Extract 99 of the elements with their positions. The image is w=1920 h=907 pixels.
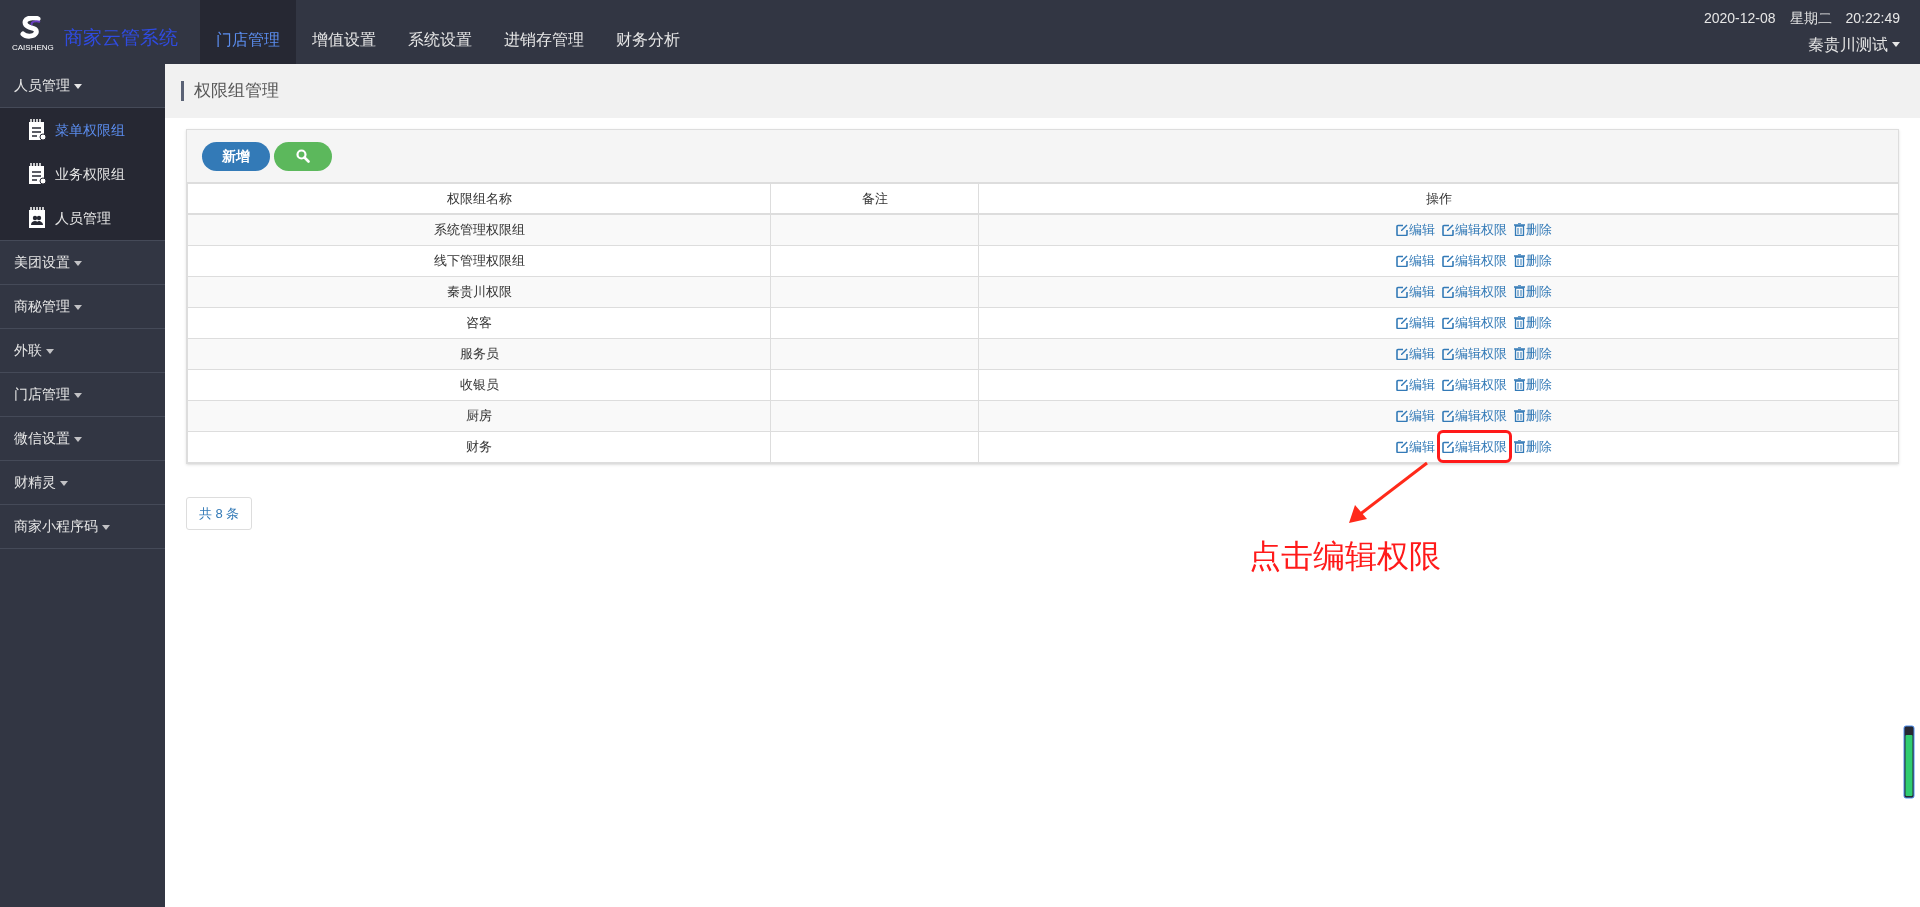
trash-icon [1513, 347, 1525, 360]
sidebar-group[interactable]: 门店管理 [0, 373, 165, 416]
annotation-text: 点击编辑权限 [1249, 537, 1441, 576]
edit-permission-link[interactable]: 编辑权限 [1439, 250, 1509, 271]
weekday-text: 星期二 [1789, 8, 1832, 28]
edit-icon [1441, 223, 1454, 236]
nav-tab[interactable]: 财务分析 [600, 0, 696, 64]
sidebar-group[interactable]: 财精灵 [0, 461, 165, 504]
sidebar-group[interactable]: 微信设置 [0, 417, 165, 460]
add-button[interactable]: 新增 [202, 141, 270, 171]
edit-permission-link[interactable]: 编辑权限 [1439, 312, 1509, 333]
table-cell: 线下管理权限组 [187, 245, 771, 276]
edit-icon [1395, 378, 1408, 391]
edit-icon [1395, 316, 1408, 329]
sidebar-item[interactable]: 菜单权限组 [0, 108, 165, 152]
edit-link[interactable]: 编辑 [1393, 343, 1437, 364]
edit-link[interactable]: 编辑 [1393, 312, 1437, 333]
delete-link[interactable]: 删除 [1511, 250, 1554, 271]
edit-icon [1395, 254, 1408, 267]
table-cell: 秦贵川权限 [187, 276, 771, 307]
delete-link[interactable]: 删除 [1511, 374, 1554, 395]
delete-link[interactable]: 删除 [1511, 220, 1554, 240]
edit-icon [1441, 409, 1454, 422]
sidebar-item[interactable]: 业务权限组 [0, 152, 165, 196]
column-header: 操作 [978, 183, 1898, 214]
edit-icon [1395, 285, 1408, 298]
edit-permission-link[interactable]: 编辑权限 [1439, 405, 1509, 426]
notepad-icon [28, 163, 46, 185]
sidebar-group[interactable]: 外联 [0, 329, 165, 372]
edit-link[interactable]: 编辑 [1393, 220, 1437, 240]
edit-link[interactable]: 编辑 [1393, 281, 1437, 302]
table-cell: 系统管理权限组 [187, 214, 771, 245]
table-cell: 服务员 [187, 338, 771, 369]
column-header: 备注 [770, 183, 979, 214]
user-menu[interactable]: 秦贵川测试 [1808, 32, 1900, 57]
nav-tab[interactable]: 增值设置 [296, 0, 392, 64]
edit-icon [1395, 440, 1408, 453]
delete-link[interactable]: 删除 [1511, 312, 1554, 333]
caret-icon [74, 83, 82, 89]
sidebar-item[interactable]: 人员管理 [0, 196, 165, 240]
notepad-icon [28, 119, 46, 141]
time-text: 20:22:49 [1845, 8, 1900, 28]
nav-tab[interactable]: 系统设置 [392, 0, 488, 64]
nav-tab[interactable]: 门店管理 [200, 0, 296, 64]
column-header: 权限组名称 [187, 183, 771, 214]
trash-icon [1513, 440, 1525, 453]
caret-icon [74, 304, 82, 310]
sidebar-group[interactable]: 商秘管理 [0, 285, 165, 328]
edit-link[interactable]: 编辑 [1393, 405, 1437, 426]
edit-icon [1441, 440, 1454, 453]
trash-icon [1513, 316, 1525, 329]
trash-icon [1513, 285, 1525, 298]
caret-icon [1892, 42, 1900, 47]
trash-icon [1513, 409, 1525, 422]
delete-link[interactable]: 删除 [1511, 436, 1554, 457]
edit-icon [1395, 347, 1408, 360]
people-calendar-icon [28, 207, 46, 229]
caret-icon [74, 260, 82, 266]
table-cell: 收银员 [187, 369, 771, 400]
edit-link[interactable]: 编辑 [1393, 436, 1437, 457]
edit-permission-link[interactable]: 编辑权限 [1439, 374, 1509, 395]
nav-tab[interactable]: 进销存管理 [488, 0, 600, 64]
app-title: 商家云管系统 [63, 25, 178, 50]
edit-icon [1441, 316, 1454, 329]
sidebar-group[interactable]: 商家小程序码 [0, 505, 165, 548]
page-title: 权限组管理 [194, 80, 279, 103]
edit-icon [1441, 285, 1454, 298]
delete-link[interactable]: 删除 [1511, 405, 1554, 426]
table-cell: 财务 [187, 431, 771, 462]
edit-icon [1395, 409, 1408, 422]
logo-text: CAISHENG [12, 44, 54, 52]
caret-icon [74, 392, 82, 398]
trash-icon [1513, 223, 1525, 237]
table-cell: 咨客 [187, 307, 771, 338]
edit-permission-link[interactable]: 编辑权限 [1439, 281, 1509, 302]
sidebar-group[interactable]: 美团设置 [0, 241, 165, 284]
caret-icon [60, 480, 68, 486]
sidebar-group[interactable]: 人员管理 [0, 64, 165, 107]
delete-link[interactable]: 删除 [1511, 281, 1554, 302]
search-icon [296, 149, 310, 163]
delete-link[interactable]: 删除 [1511, 343, 1554, 364]
edit-icon [1395, 223, 1408, 236]
edit-link[interactable]: 编辑 [1393, 374, 1437, 395]
trash-icon [1513, 378, 1525, 391]
edit-icon [1441, 254, 1454, 267]
pagination-total: 共 8 条 [186, 496, 253, 530]
caret-icon [46, 348, 54, 354]
search-button[interactable] [274, 141, 332, 171]
edit-icon [1441, 378, 1454, 391]
table-cell: 厨房 [187, 400, 771, 431]
edit-permission-link[interactable]: 编辑权限 [1439, 432, 1509, 461]
edit-icon [1441, 347, 1454, 360]
edit-permission-link[interactable]: 编辑权限 [1439, 343, 1509, 364]
edit-link[interactable]: 编辑 [1393, 250, 1437, 271]
date-text: 2020-12-08 [1703, 8, 1776, 28]
edit-permission-link[interactable]: 编辑权限 [1439, 220, 1509, 240]
caret-icon [74, 436, 82, 442]
caret-icon [102, 524, 110, 530]
trash-icon [1513, 254, 1525, 267]
